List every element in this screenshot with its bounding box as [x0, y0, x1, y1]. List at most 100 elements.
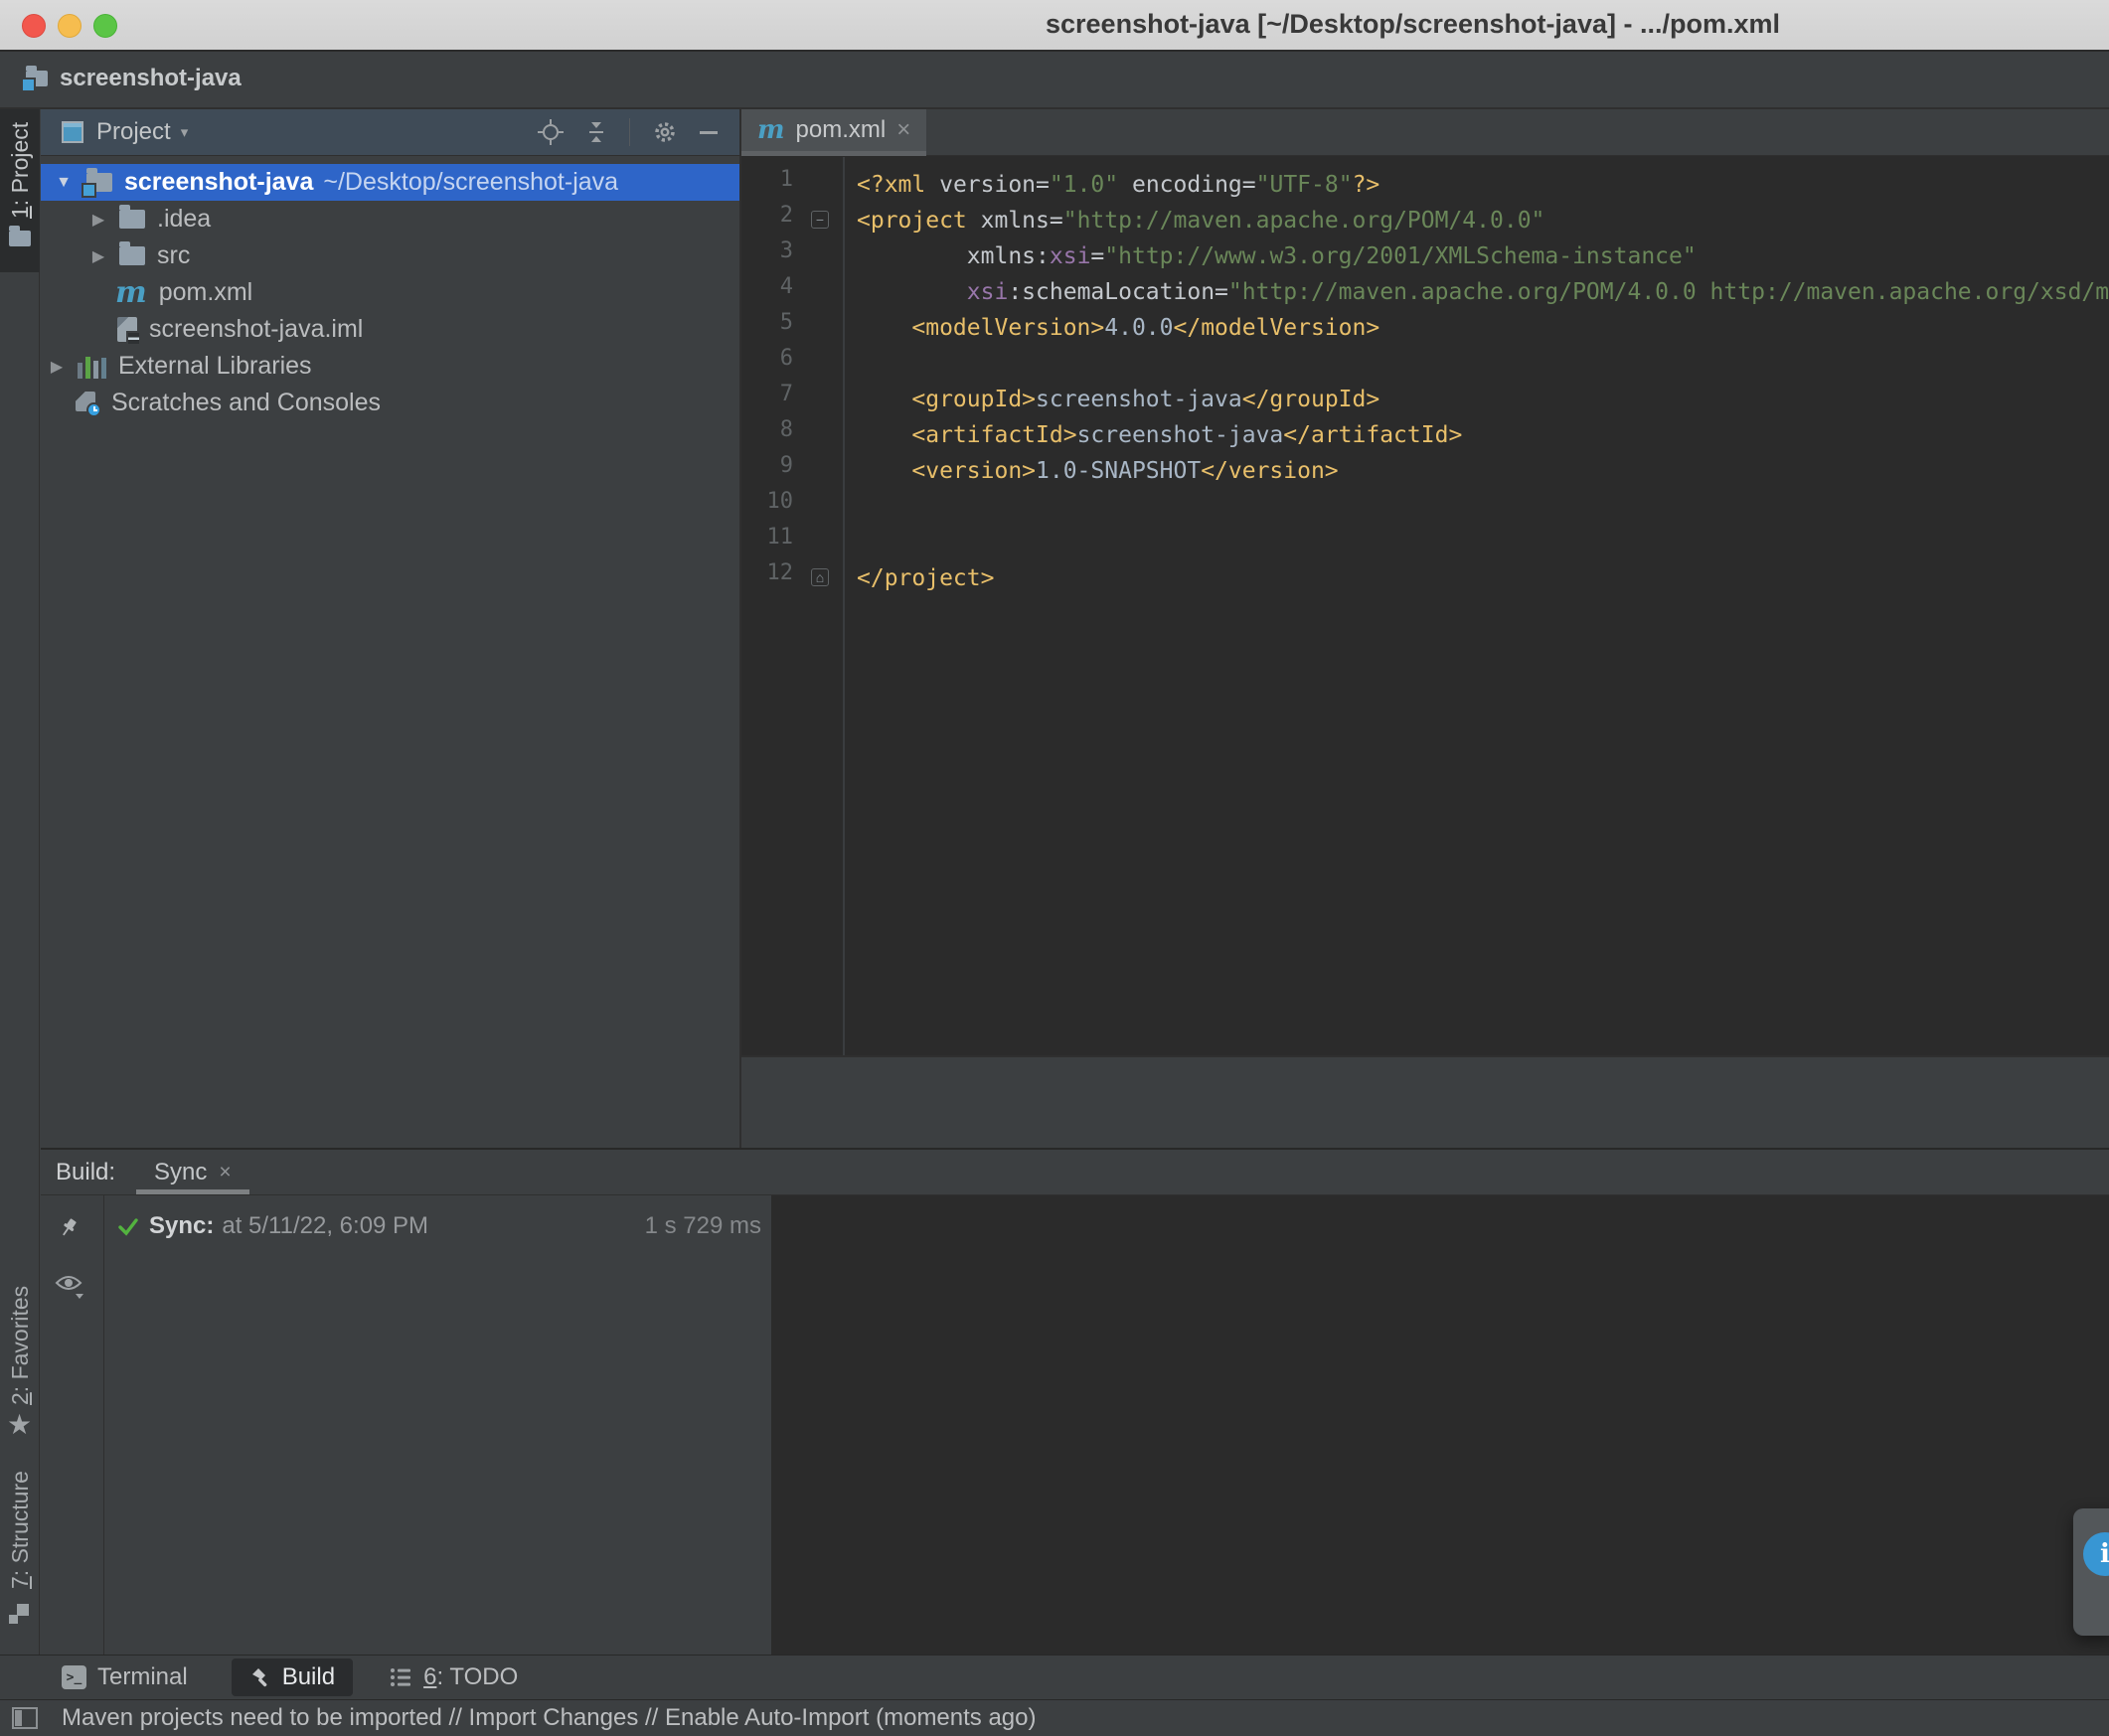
tree-item-label: External Libraries: [118, 352, 312, 381]
notification-balloon[interactable]: i: [2073, 1508, 2109, 1636]
editor-body[interactable]: 12−3456789101112⌂ <?xml version="1.0" en…: [741, 157, 2109, 1055]
tree-row-idea[interactable]: ▶ .idea: [41, 201, 739, 237]
stripe-button-terminal[interactable]: >_ Terminal: [62, 1663, 188, 1691]
bottom-toolwindow-stripe: >_ Terminal Build 6: TODO: [0, 1655, 2109, 1699]
folder-icon: [119, 210, 145, 229]
code-line: <?xml version="1.0" encoding="UTF-8"?>: [857, 167, 2109, 203]
build-toolbar: [41, 1195, 104, 1655]
code-line: xsi:schemaLocation="http://maven.apache.…: [857, 274, 2109, 310]
build-tab-sync[interactable]: Sync ×: [136, 1150, 249, 1194]
pin-icon[interactable]: [55, 1215, 81, 1241]
close-icon[interactable]: ×: [896, 118, 910, 142]
editor-bottom-band: [741, 1055, 2109, 1148]
tree-item-label: screenshot-java.iml: [149, 315, 363, 344]
build-button-label: Build: [282, 1663, 335, 1691]
todo-label: 6: TODO: [423, 1663, 518, 1691]
build-tab-label: Sync: [154, 1159, 207, 1186]
locate-file-icon[interactable]: [538, 119, 564, 145]
project-view-selector[interactable]: Project: [96, 118, 171, 146]
settings-gear-icon[interactable]: [652, 119, 678, 145]
code-line: [857, 525, 2109, 560]
tree-row-iml[interactable]: screenshot-java.iml: [41, 311, 739, 348]
folder-icon: [119, 246, 145, 265]
module-file-icon: [117, 317, 137, 342]
disclosure-collapsed-icon[interactable]: ▶: [87, 246, 109, 266]
ide-window: screenshot-java [~/Desktop/screenshot-ja…: [0, 0, 2109, 1736]
navigation-bar: screenshot-java: [0, 52, 2109, 109]
stripe-button-structure[interactable]: 7: Structure: [0, 1469, 40, 1648]
tree-row-src[interactable]: ▶ src: [41, 237, 739, 274]
code-line: [857, 489, 2109, 525]
sync-status-row[interactable]: Sync: at 5/11/22, 6:09 PM 1 s 729 ms: [105, 1205, 771, 1247]
editor-gutter: 12−3456789101112⌂: [741, 157, 845, 1055]
close-icon[interactable]: ×: [219, 1162, 231, 1183]
left-toolwindow-stripe: 1: Project 2: Favorites ★ 7: Structure: [0, 109, 40, 1655]
stripe-button-todo[interactable]: 6: TODO: [389, 1663, 518, 1691]
folder-icon: [86, 173, 112, 192]
tree-row-external-libraries[interactable]: ▶ External Libraries: [41, 348, 739, 385]
dropdown-caret-icon[interactable]: ▾: [181, 123, 189, 141]
gutter-rows: 12−3456789101112⌂: [741, 167, 843, 596]
code-line: <groupId>screenshot-java</groupId>: [857, 382, 2109, 417]
tree-item-label: Scratches and Consoles: [111, 389, 381, 417]
titlebar[interactable]: screenshot-java [~/Desktop/screenshot-ja…: [0, 0, 2109, 52]
project-panel: Project ▾: [41, 109, 741, 1148]
folder-icon: [9, 231, 31, 246]
code-line: xmlns:xsi="http://www.w3.org/2001/XMLSch…: [857, 238, 2109, 274]
info-icon: i: [2083, 1532, 2109, 1576]
disclosure-collapsed-icon[interactable]: ▶: [46, 357, 68, 377]
sync-title: Sync:: [149, 1212, 214, 1240]
sync-detail: at 5/11/22, 6:09 PM: [222, 1212, 428, 1240]
disclosure-collapsed-icon[interactable]: ▶: [87, 210, 109, 230]
todo-list-icon: [389, 1665, 412, 1689]
project-panel-header: Project ▾: [41, 109, 739, 156]
eye-icon[interactable]: [55, 1273, 84, 1299]
build-console[interactable]: [771, 1195, 2109, 1655]
tree-row-scratches[interactable]: Scratches and Consoles: [41, 385, 739, 421]
fold-marker-icon[interactable]: ⌂: [811, 568, 829, 586]
project-view-icon: [62, 121, 83, 143]
build-toolwindow: Build: Sync ×: [41, 1148, 2109, 1655]
toolbar-separator: [629, 118, 630, 146]
terminal-icon: >_: [62, 1665, 86, 1689]
stripe-button-build[interactable]: Build: [232, 1658, 353, 1696]
fold-marker-icon[interactable]: −: [811, 211, 829, 229]
stripe-favorites-number: 2: [7, 1392, 33, 1405]
status-message[interactable]: Maven projects need to be imported // Im…: [62, 1704, 1037, 1732]
close-window-button[interactable]: [22, 14, 46, 38]
todo-number: 6: [423, 1663, 436, 1690]
traffic-lights: [22, 14, 117, 38]
minimize-window-button[interactable]: [58, 14, 81, 38]
status-bar: Maven projects need to be imported // Im…: [0, 1699, 2109, 1736]
terminal-label: Terminal: [97, 1663, 188, 1691]
disclosure-expanded-icon[interactable]: ▼: [53, 174, 75, 192]
breadcrumb[interactable]: screenshot-java: [26, 65, 242, 92]
tree-row-pom[interactable]: m pom.xml: [41, 274, 739, 311]
star-icon: ★: [7, 1411, 32, 1439]
project-panel-toolbar: [538, 109, 739, 155]
zoom-window-button[interactable]: [93, 14, 117, 38]
build-event-tree: Sync: at 5/11/22, 6:09 PM 1 s 729 ms: [105, 1195, 771, 1655]
toolwindow-toggle-icon[interactable]: [12, 1707, 38, 1729]
stripe-project-number: 1: [7, 206, 33, 219]
stripe-button-project[interactable]: 1: Project: [0, 109, 40, 272]
code-line: </project>: [857, 560, 2109, 596]
maven-icon: m: [757, 117, 785, 143]
code-line: <modelVersion>4.0.0</modelVersion>: [857, 310, 2109, 346]
build-label: Build:: [56, 1159, 115, 1186]
tree-row-project-root[interactable]: ▼ screenshot-java ~/Desktop/screenshot-j…: [41, 164, 739, 201]
tree-item-label: .idea: [157, 205, 211, 234]
scratches-icon: [76, 392, 99, 415]
project-folder-icon: [26, 71, 48, 86]
collapse-all-icon[interactable]: [585, 120, 607, 144]
maven-icon: m: [115, 278, 147, 308]
window-title: screenshot-java [~/Desktop/screenshot-ja…: [1046, 9, 1780, 40]
tree-item-label: src: [157, 241, 190, 270]
stripe-button-favorites[interactable]: 2: Favorites ★: [0, 1282, 40, 1453]
root-name: screenshot-java: [124, 168, 313, 197]
tab-label: pom.xml: [796, 116, 887, 144]
hide-panel-icon[interactable]: [700, 131, 718, 134]
stripe-project-label: : Project: [7, 122, 33, 206]
check-icon: [117, 1215, 139, 1237]
tab-pom-xml[interactable]: m pom.xml ×: [741, 109, 926, 156]
